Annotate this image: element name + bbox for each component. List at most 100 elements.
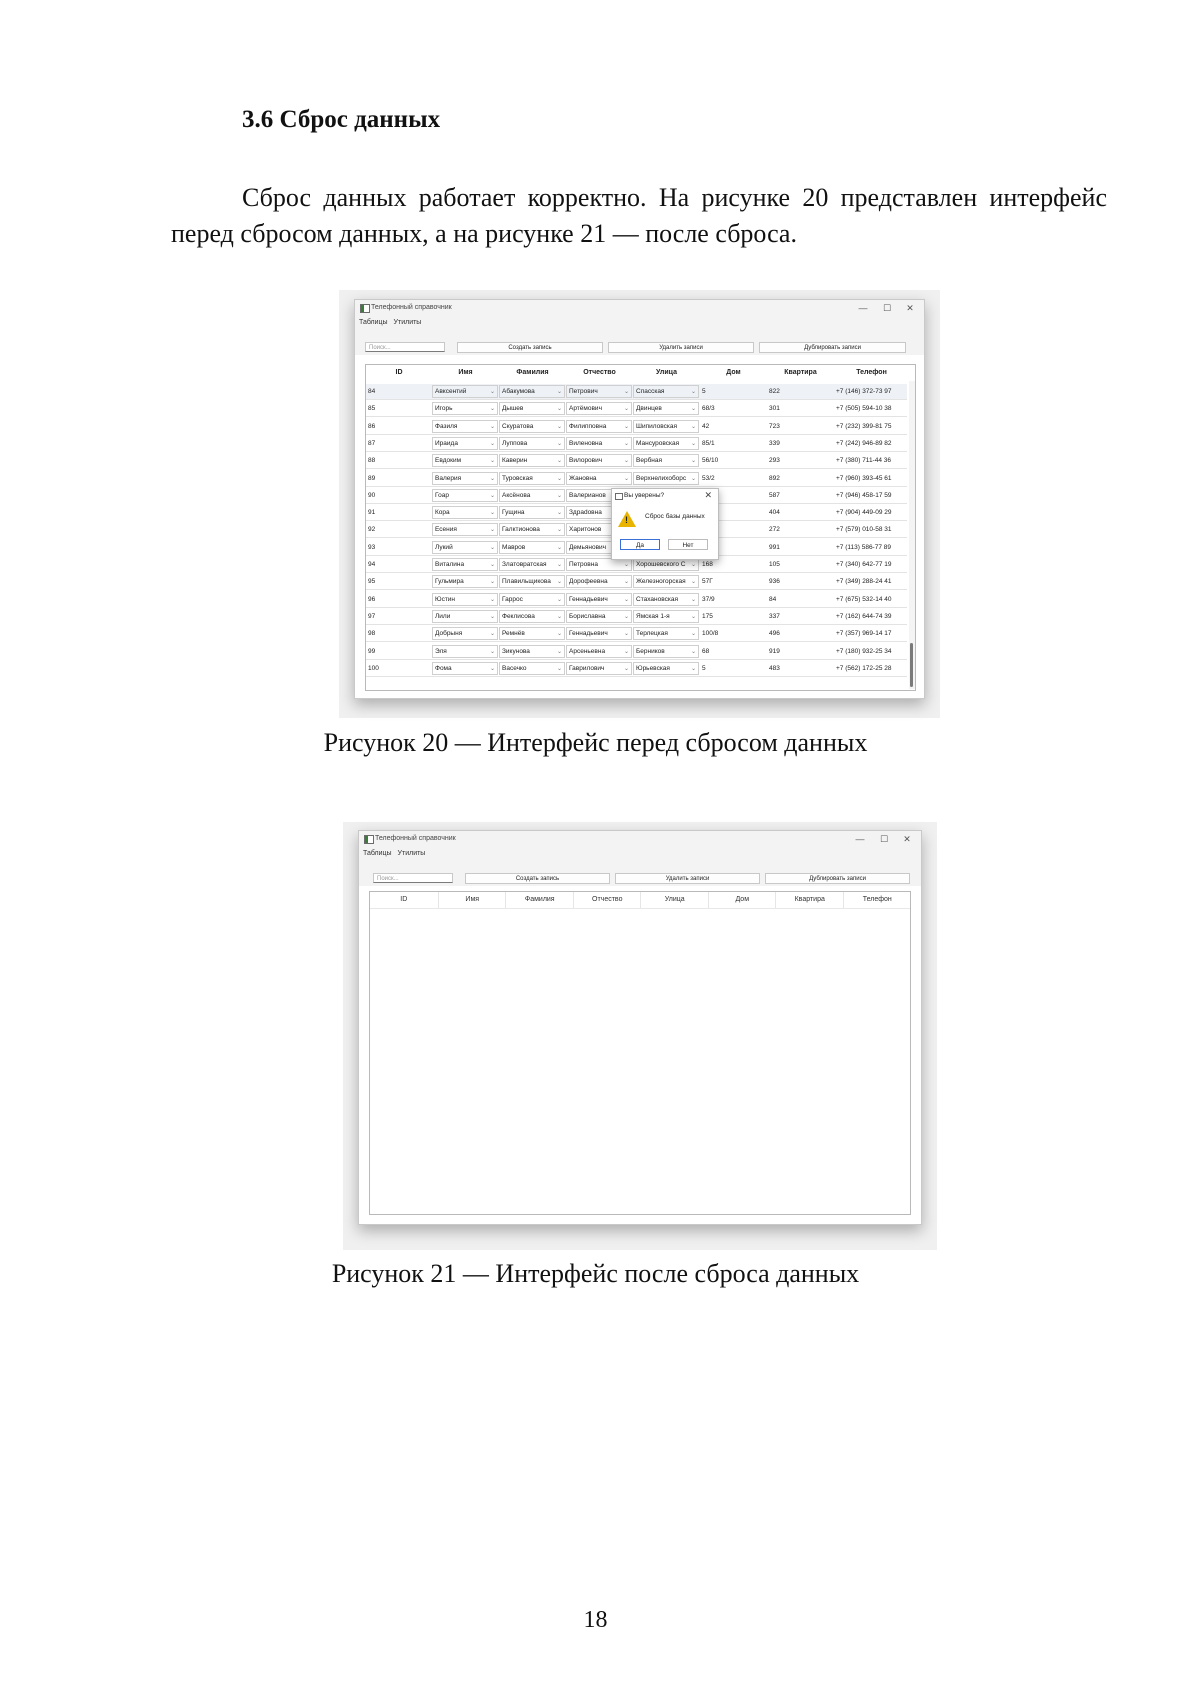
table-row[interactable]: 88 Евдоким ⌄ Каверин ⌄ Вилорович ⌄ Вербная ⌄ 56/1…	[366, 453, 907, 470]
chevron-down-icon[interactable]: ⌄	[557, 576, 562, 587]
search-input[interactable]: Поиск...	[373, 873, 453, 883]
chevron-down-icon[interactable]: ⌄	[691, 611, 696, 622]
minimize-icon[interactable]: —	[849, 831, 871, 847]
cell-patronymic[interactable]: Жановна ⌄	[566, 471, 632, 485]
table-row[interactable]: 100 Фома ⌄ Васечко ⌄ Гаврилович ⌄ Юрьевская ⌄ 5 48…	[366, 661, 907, 677]
table-row[interactable]: 87 Ираида ⌄ Луппова ⌄ Виленовна ⌄ Мансуровская ⌄…	[366, 436, 907, 452]
chevron-down-icon[interactable]: ⌄	[490, 455, 495, 466]
cell-street[interactable]: Ямская 1-я ⌄	[633, 609, 699, 623]
chevron-down-icon[interactable]: ⌄	[624, 576, 629, 587]
duplicate-records-button[interactable]: Дублировать записи	[759, 342, 906, 353]
table-row[interactable]: 84 Авксентий ⌄ Абакумова ⌄ Петрович ⌄ Спасская ⌄…	[366, 384, 907, 400]
cell-street[interactable]: Верхнелихоборс ⌄	[633, 471, 699, 485]
cell-last-name[interactable]: Гущина ⌄	[499, 506, 565, 520]
chevron-down-icon[interactable]: ⌄	[557, 473, 562, 484]
cell-last-name[interactable]: Туровская ⌄	[499, 471, 565, 485]
chevron-down-icon[interactable]: ⌄	[624, 594, 629, 605]
chevron-down-icon[interactable]: ⌄	[490, 542, 495, 553]
column-header-last-name[interactable]: Фамилия	[505, 892, 574, 908]
cell-patronymic[interactable]: Гаврилович ⌄	[566, 661, 632, 675]
cell-last-name[interactable]: Скуратова ⌄	[499, 419, 565, 433]
cell-first-name[interactable]: Лили ⌄	[432, 609, 498, 623]
column-header-apartment[interactable]: Квартира	[767, 365, 834, 381]
chevron-down-icon[interactable]: ⌄	[691, 386, 696, 397]
cell-last-name[interactable]: Абакумова ⌄	[499, 385, 565, 398]
table-row[interactable]: 85 Игорь ⌄ Дышев ⌄ Артёмович ⌄ Двинцев ⌄ 68/3 301 +…	[366, 401, 907, 418]
search-input[interactable]: Поиск...	[365, 342, 445, 352]
table-row[interactable]: 98 Добрыня ⌄ Ремнёв ⌄ Геннадьевич ⌄ Терлецкая ⌄ 1…	[366, 626, 907, 643]
scrollbar-thumb[interactable]	[910, 643, 913, 687]
chevron-down-icon[interactable]: ⌄	[557, 646, 562, 657]
dialog-close-icon[interactable]: ✕	[704, 490, 712, 501]
no-button[interactable]: Нет	[668, 539, 708, 550]
cell-last-name[interactable]: Феклисова ⌄	[499, 609, 565, 623]
menu-utilities[interactable]: Утилиты	[398, 850, 426, 857]
cell-patronymic[interactable]: Бориславна ⌄	[566, 609, 632, 623]
cell-patronymic[interactable]: Геннадьевич ⌄	[566, 627, 632, 641]
column-header-phone[interactable]: Телефон	[834, 365, 909, 381]
chevron-down-icon[interactable]: ⌄	[691, 438, 696, 449]
cell-last-name[interactable]: Мавров ⌄	[499, 540, 565, 554]
chevron-down-icon[interactable]: ⌄	[490, 524, 495, 535]
vertical-scrollbar[interactable]	[909, 381, 915, 689]
chevron-down-icon[interactable]: ⌄	[490, 628, 495, 639]
duplicate-records-button[interactable]: Дублировать записи	[765, 873, 910, 884]
chevron-down-icon[interactable]: ⌄	[557, 507, 562, 518]
chevron-down-icon[interactable]: ⌄	[490, 646, 495, 657]
chevron-down-icon[interactable]: ⌄	[691, 594, 696, 605]
cell-last-name[interactable]: Васечко ⌄	[499, 661, 565, 675]
table-row[interactable]: 89 Валерия ⌄ Туровская ⌄ Жановна ⌄ Верхнелихобо…	[366, 471, 907, 487]
chevron-down-icon[interactable]: ⌄	[691, 455, 696, 466]
cell-patronymic[interactable]: Геннадьевич ⌄	[566, 592, 632, 606]
cell-first-name[interactable]: Фома ⌄	[432, 661, 498, 675]
chevron-down-icon[interactable]: ⌄	[624, 403, 629, 414]
chevron-down-icon[interactable]: ⌄	[557, 421, 562, 432]
cell-street[interactable]: Терлецкая ⌄	[633, 627, 699, 641]
chevron-down-icon[interactable]: ⌄	[691, 403, 696, 414]
chevron-down-icon[interactable]: ⌄	[624, 646, 629, 657]
cell-first-name[interactable]: Валерия ⌄	[432, 471, 498, 485]
chevron-down-icon[interactable]: ⌄	[490, 421, 495, 432]
cell-first-name[interactable]: Кора ⌄	[432, 506, 498, 520]
cell-last-name[interactable]: Галктионова ⌄	[499, 523, 565, 537]
chevron-down-icon[interactable]: ⌄	[557, 559, 562, 570]
chevron-down-icon[interactable]: ⌄	[490, 403, 495, 414]
table-row[interactable]: 86 Фазиля ⌄ Скуратова ⌄ Филипповна ⌄ Шипиловска…	[366, 419, 907, 435]
create-record-button[interactable]: Создать запись	[465, 873, 610, 884]
chevron-down-icon[interactable]: ⌄	[624, 628, 629, 639]
cell-last-name[interactable]: Ремнёв ⌄	[499, 627, 565, 641]
cell-street[interactable]: Берников ⌄	[633, 644, 699, 658]
chevron-down-icon[interactable]: ⌄	[624, 559, 629, 570]
chevron-down-icon[interactable]: ⌄	[490, 473, 495, 484]
column-header-patronymic[interactable]: Отчество	[566, 365, 633, 381]
delete-records-button[interactable]: Удалить записи	[615, 873, 760, 884]
chevron-down-icon[interactable]: ⌄	[490, 386, 495, 397]
chevron-down-icon[interactable]: ⌄	[624, 438, 629, 449]
column-header-id[interactable]: ID	[366, 365, 432, 381]
chevron-down-icon[interactable]: ⌄	[557, 542, 562, 553]
delete-records-button[interactable]: Удалить записи	[608, 342, 754, 353]
chevron-down-icon[interactable]: ⌄	[691, 663, 696, 674]
cell-first-name[interactable]: Игорь ⌄	[432, 402, 498, 416]
cell-first-name[interactable]: Фазиля ⌄	[432, 419, 498, 433]
cell-patronymic[interactable]: Петрович ⌄	[566, 385, 632, 398]
cell-first-name[interactable]: Есения ⌄	[432, 523, 498, 537]
chevron-down-icon[interactable]: ⌄	[691, 628, 696, 639]
chevron-down-icon[interactable]: ⌄	[624, 421, 629, 432]
column-header-first-name[interactable]: Имя	[432, 365, 499, 381]
column-header-first-name[interactable]: Имя	[437, 892, 507, 908]
cell-last-name[interactable]: Дышев ⌄	[499, 402, 565, 416]
close-icon[interactable]: ✕	[899, 300, 921, 316]
cell-last-name[interactable]: Аксёнова ⌄	[499, 488, 565, 502]
chevron-down-icon[interactable]: ⌄	[557, 455, 562, 466]
cell-first-name[interactable]: Ираида ⌄	[432, 436, 498, 450]
chevron-down-icon[interactable]: ⌄	[624, 611, 629, 622]
cell-last-name[interactable]: Луппова ⌄	[499, 436, 565, 450]
cell-first-name[interactable]: Лукий ⌄	[432, 540, 498, 554]
cell-last-name[interactable]: Зикунова ⌄	[499, 644, 565, 658]
cell-patronymic[interactable]: Виленовна ⌄	[566, 436, 632, 450]
maximize-icon[interactable]: ☐	[873, 831, 895, 847]
chevron-down-icon[interactable]: ⌄	[624, 455, 629, 466]
yes-button[interactable]: Да	[620, 539, 660, 550]
cell-patronymic[interactable]: Артёмович ⌄	[566, 402, 632, 416]
